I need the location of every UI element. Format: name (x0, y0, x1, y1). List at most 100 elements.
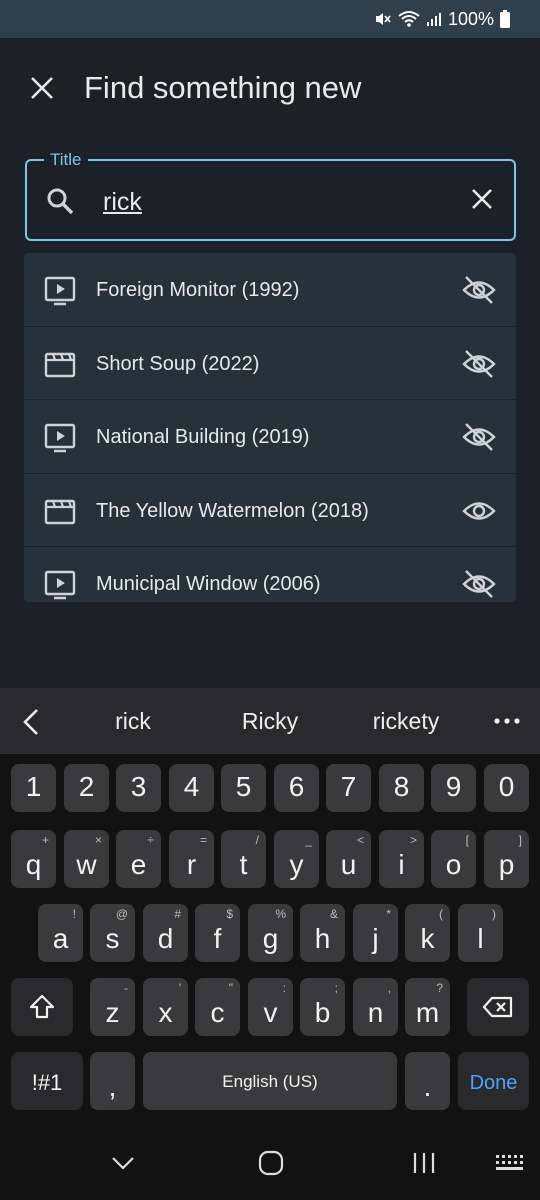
close-icon (31, 77, 53, 99)
key-9[interactable]: 9 (431, 764, 476, 812)
key-alt-label: ! (72, 907, 76, 921)
tv-show-icon (44, 276, 76, 306)
key-label: d (157, 923, 174, 954)
key-label: o (445, 849, 462, 880)
tv-show-icon (44, 423, 76, 453)
key-alt-label: [ (465, 833, 469, 847)
key-alt-label: " (228, 981, 233, 995)
chevron-down-icon[interactable] (110, 1150, 136, 1176)
shift-key[interactable] (11, 978, 73, 1036)
key-k[interactable]: (k (405, 904, 450, 962)
key-comma[interactable]: , (90, 1052, 135, 1110)
key-label: p (498, 849, 515, 880)
key-x[interactable]: ' x (143, 978, 188, 1036)
key-a[interactable]: ! a (38, 904, 83, 962)
keyboard-icon[interactable] (495, 1154, 525, 1174)
key-s[interactable]: @ s (90, 904, 135, 962)
key-label: a (52, 923, 69, 954)
more-options-icon[interactable] (494, 718, 520, 724)
mute-icon (375, 13, 391, 25)
key-g[interactable]: % g (248, 904, 293, 962)
space-key[interactable]: English (US) (143, 1052, 397, 1110)
suggestion-item[interactable]: rick (68, 708, 198, 734)
key-6[interactable]: 6 (274, 764, 319, 812)
chevron-left-icon[interactable] (20, 708, 42, 736)
backspace-icon (482, 996, 513, 1018)
clear-button[interactable] (470, 187, 494, 216)
key-alt-label: * (386, 907, 391, 921)
key-z[interactable]: -z (90, 978, 135, 1036)
key-label: !#1 (31, 1070, 63, 1095)
key-o[interactable]: [o (431, 830, 476, 888)
key-y[interactable]: _ y (274, 830, 319, 888)
eye-off-icon[interactable] (462, 275, 496, 305)
symbols-key[interactable]: !#1 (11, 1052, 83, 1110)
key-c[interactable]: " c (195, 978, 240, 1036)
key-label: , (108, 1071, 117, 1102)
key-alt-label: ; (334, 981, 338, 995)
key-period[interactable]: . (405, 1052, 450, 1110)
home-icon[interactable] (258, 1150, 284, 1176)
key-j[interactable]: * j (353, 904, 398, 962)
key-q[interactable]: + q (11, 830, 56, 888)
suggestion-item[interactable]: Ricky (205, 708, 335, 734)
key-label: 1 (25, 771, 42, 802)
key-u[interactable]: < u (326, 830, 371, 888)
key-label: v (263, 997, 278, 1028)
key-8[interactable]: 8 (379, 764, 424, 812)
eye-off-icon[interactable] (462, 422, 496, 452)
key-d[interactable]: # d (143, 904, 188, 962)
suggestion-item[interactable]: rickety (341, 708, 471, 734)
key-4[interactable]: 4 (169, 764, 214, 812)
result-row[interactable]: Short Soup (2022) (24, 327, 516, 400)
eye-off-icon[interactable] (462, 569, 496, 599)
key-label: q (25, 849, 42, 880)
key-label: c (210, 997, 225, 1028)
result-row[interactable]: Municipal Window (2006) (24, 547, 516, 602)
key-label: 0 (498, 771, 515, 802)
suggestion-bar: rick Ricky rickety (0, 688, 540, 754)
key-i[interactable]: > i (379, 830, 424, 888)
result-title: Foreign Monitor (1992) (96, 279, 300, 301)
key-alt-label: ) (492, 907, 496, 921)
key-r[interactable]: = r (169, 830, 214, 888)
key-w[interactable]: × w (64, 830, 109, 888)
key-t[interactable]: / t (221, 830, 266, 888)
eye-off-icon[interactable] (462, 349, 496, 379)
key-3[interactable]: 3 (116, 764, 161, 812)
key-5[interactable]: 5 (221, 764, 266, 812)
key-p[interactable]: ] p (484, 830, 529, 888)
eye-icon[interactable] (462, 496, 496, 526)
key-e[interactable]: ÷ e (116, 830, 161, 888)
key-2[interactable]: 2 (64, 764, 109, 812)
key-f[interactable]: $ f (195, 904, 240, 962)
key-label: 9 (445, 771, 462, 802)
key-alt-label: = (199, 833, 207, 847)
result-row[interactable]: Foreign Monitor (1992) (24, 253, 516, 327)
key-v[interactable]: :v (248, 978, 293, 1036)
close-button[interactable] (22, 68, 62, 108)
title-search-field[interactable]: Title (25, 150, 516, 241)
key-n[interactable]: ,n (353, 978, 398, 1036)
key-1[interactable]: 1 (11, 764, 56, 812)
result-row[interactable]: The Yellow Watermelon (2018) (24, 474, 516, 547)
key-label: f (213, 923, 222, 954)
done-key[interactable]: Done (458, 1052, 529, 1110)
search-input[interactable] (103, 183, 443, 221)
key-label: 2 (78, 771, 95, 802)
key-b[interactable]: ; b (300, 978, 345, 1036)
result-title: The Yellow Watermelon (2018) (96, 499, 369, 522)
key-0[interactable]: 0 (484, 764, 529, 812)
key-label: 6 (288, 771, 305, 802)
key-l[interactable]: ) l (458, 904, 503, 962)
key-h[interactable]: & h (300, 904, 345, 962)
recent-apps-icon[interactable] (411, 1150, 437, 1176)
result-row[interactable]: National Building (2019) (24, 400, 516, 474)
key-alt-label: ' (178, 981, 181, 995)
key-m[interactable]: ? m (405, 978, 450, 1036)
battery-icon (500, 10, 510, 28)
key-7[interactable]: 7 (326, 764, 371, 812)
key-label: j (372, 923, 379, 954)
backspace-key[interactable] (467, 978, 529, 1036)
key-alt-label: ? (436, 981, 443, 995)
